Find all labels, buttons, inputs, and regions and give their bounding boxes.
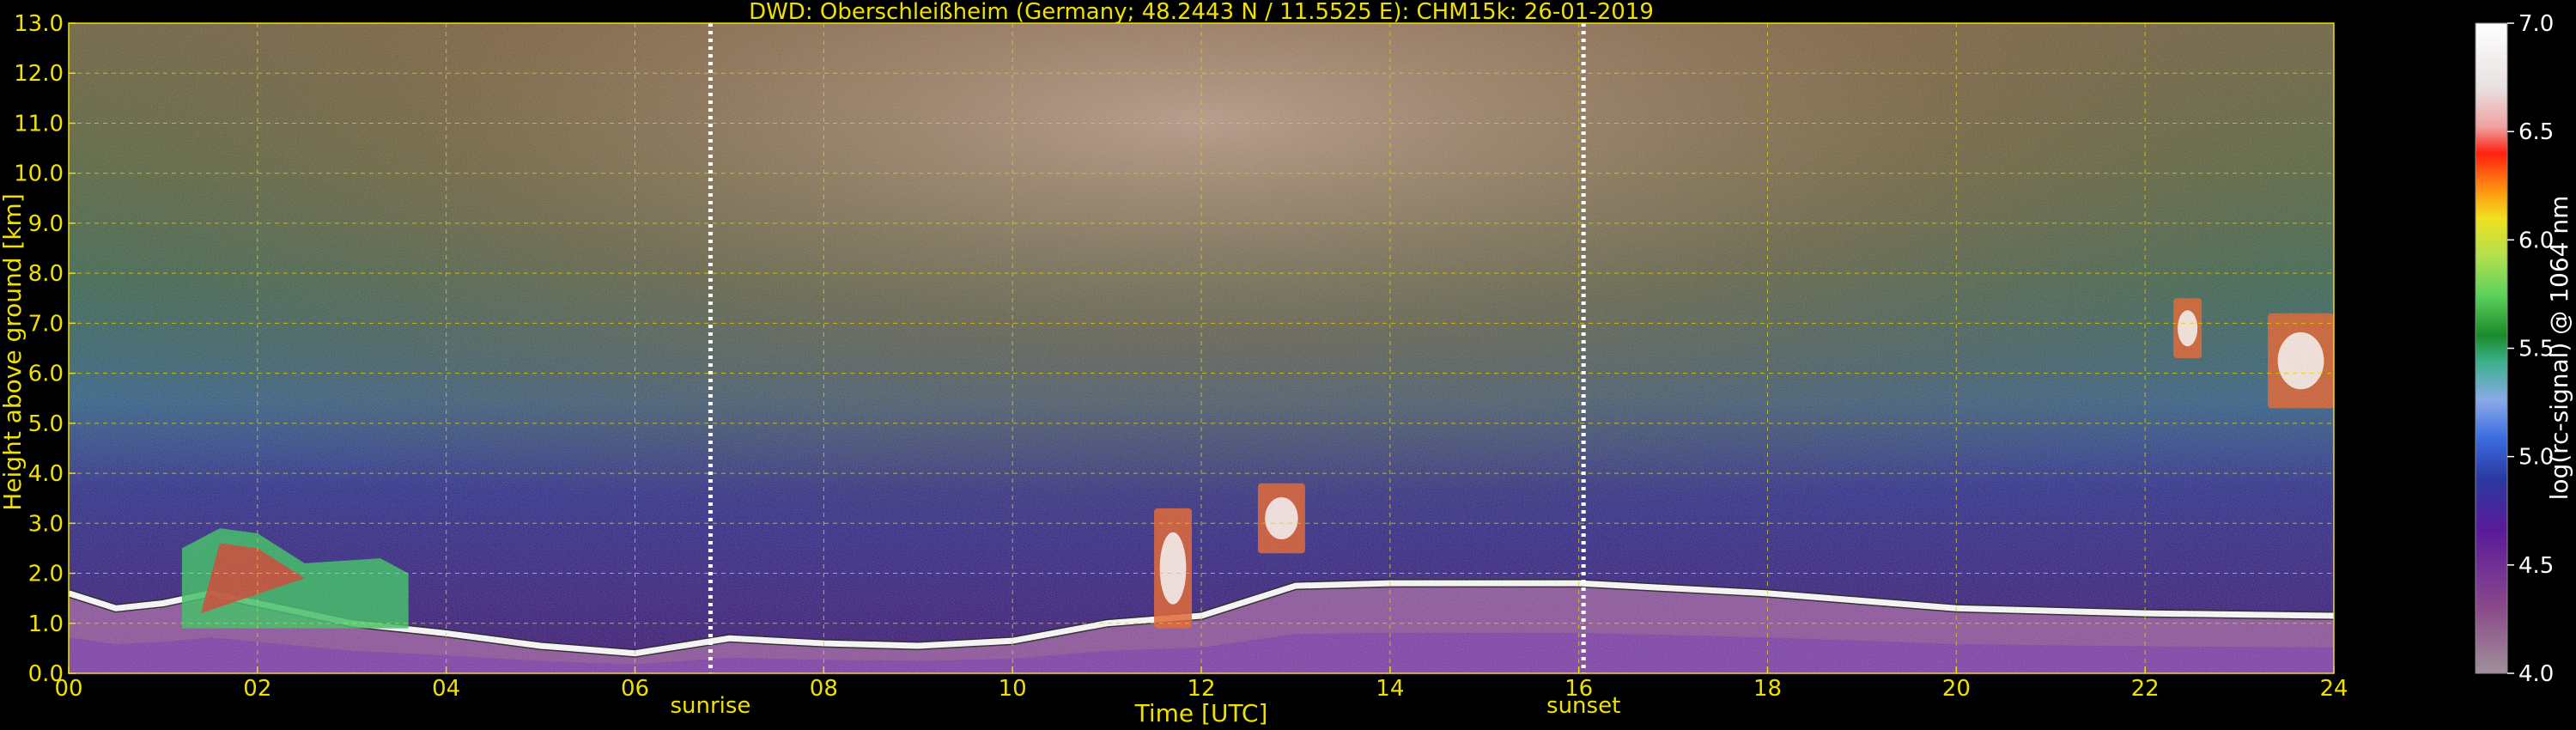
x-tick-label: 18 <box>1753 676 1782 702</box>
plot-area <box>69 23 2334 673</box>
chart-title: DWD: Oberschleißheim (Germany; 48.2443 N… <box>749 0 1654 25</box>
colorbar-scale <box>2475 22 2508 674</box>
colorbar-label: log(rc-signal) @ 1064 nm <box>2545 196 2573 501</box>
y-tick-label: 6.0 <box>28 362 64 387</box>
y-tick-label: 0.0 <box>28 661 64 687</box>
y-tick-label: 5.0 <box>28 411 64 437</box>
x-tick-label: 02 <box>243 676 271 702</box>
colorbar-tick-label: 7.0 <box>2518 11 2554 37</box>
x-tick-label: 24 <box>2319 676 2348 702</box>
colorbar-tick-label: 4.5 <box>2518 553 2554 579</box>
y-axis-label: Height above ground [km] <box>0 193 27 511</box>
colorbar-tick-label: 6.5 <box>2518 119 2554 145</box>
colorbar: 4.04.55.05.56.06.57.0 log(rc-signal) @ 1… <box>2475 11 2573 687</box>
y-tick-label: 2.0 <box>28 562 64 587</box>
annotation-label: sunset <box>1546 693 1620 719</box>
x-tick-label: 22 <box>2131 676 2160 702</box>
y-tick-label: 1.0 <box>28 611 64 637</box>
x-tick-label: 08 <box>810 676 838 702</box>
annotation-label: sunrise <box>670 693 750 719</box>
ceilometer-chart: DWD: Oberschleißheim (Germany; 48.2443 N… <box>0 0 2573 727</box>
y-tick-label: 3.0 <box>28 511 64 537</box>
y-tick-label: 9.0 <box>28 211 64 237</box>
colorbar-tick-label: 4.0 <box>2518 661 2554 687</box>
y-tick-label: 10.0 <box>14 161 64 187</box>
x-tick-label: 10 <box>999 676 1027 702</box>
y-tick-label: 4.0 <box>28 461 64 487</box>
x-tick-label: 20 <box>1942 676 1971 702</box>
x-tick-label: 04 <box>432 676 460 702</box>
x-tick-label: 12 <box>1187 676 1215 702</box>
y-tick-label: 8.0 <box>28 261 64 287</box>
y-tick-label: 13.0 <box>14 11 64 37</box>
x-axis-label: Time [UTC] <box>1134 699 1268 727</box>
y-tick-label: 7.0 <box>28 311 64 337</box>
x-tick-label: 06 <box>621 676 649 702</box>
y-tick-label: 12.0 <box>14 61 64 87</box>
y-tick-label: 11.0 <box>14 111 64 137</box>
x-tick-label: 14 <box>1376 676 1404 702</box>
